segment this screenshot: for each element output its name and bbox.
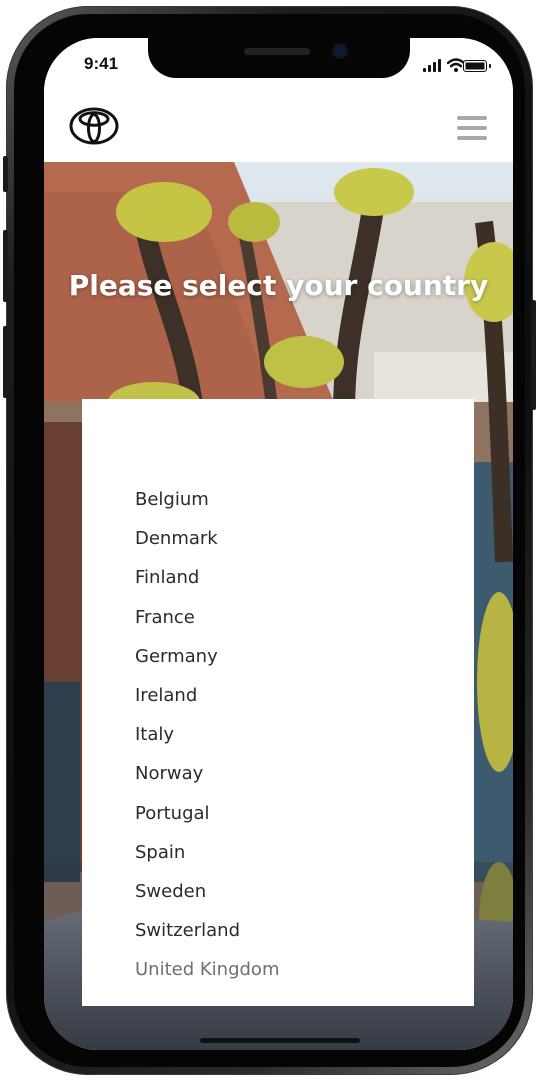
power-button	[531, 300, 536, 410]
status-icons	[403, 58, 493, 74]
volume-down-button	[3, 326, 8, 398]
country-france[interactable]: France	[135, 598, 279, 637]
country-selector-panel: Belgium Denmark Finland France Germany I…	[82, 399, 474, 1006]
status-time: 9:41	[84, 54, 119, 73]
battery-tip	[489, 64, 491, 68]
country-finland[interactable]: Finland	[135, 558, 279, 597]
signal-icon	[423, 58, 443, 72]
country-belgium[interactable]: Belgium	[135, 480, 279, 519]
phone-screen: 9:41 Please select your country Belgium …	[44, 38, 513, 1050]
country-sweden[interactable]: Sweden	[135, 872, 279, 911]
notch	[148, 38, 410, 78]
volume-up-button	[3, 230, 8, 302]
page-title: Please select your country	[68, 269, 489, 302]
home-indicator[interactable]	[200, 1038, 360, 1043]
speaker-grille	[244, 48, 310, 55]
hero-section: Please select your country Belgium Denma…	[44, 162, 513, 1050]
front-camera	[334, 45, 346, 57]
country-germany[interactable]: Germany	[135, 637, 279, 676]
country-list: Belgium Denmark Finland France Germany I…	[135, 480, 279, 989]
country-italy[interactable]: Italy	[135, 715, 279, 754]
country-portugal[interactable]: Portugal	[135, 794, 279, 833]
country-ireland[interactable]: Ireland	[135, 676, 279, 715]
country-norway[interactable]: Norway	[135, 754, 279, 793]
status-bar: 9:41	[44, 38, 513, 100]
hamburger-menu-icon[interactable]	[457, 116, 487, 140]
country-switzerland[interactable]: Switzerland	[135, 911, 279, 950]
country-denmark[interactable]: Denmark	[135, 519, 279, 558]
country-spain[interactable]: Spain	[135, 833, 279, 872]
toyota-logo-icon[interactable]	[68, 106, 120, 146]
battery-icon	[463, 60, 487, 72]
site-header	[44, 100, 513, 162]
country-united-kingdom[interactable]: United Kingdom	[135, 950, 279, 989]
silent-switch	[3, 156, 8, 192]
